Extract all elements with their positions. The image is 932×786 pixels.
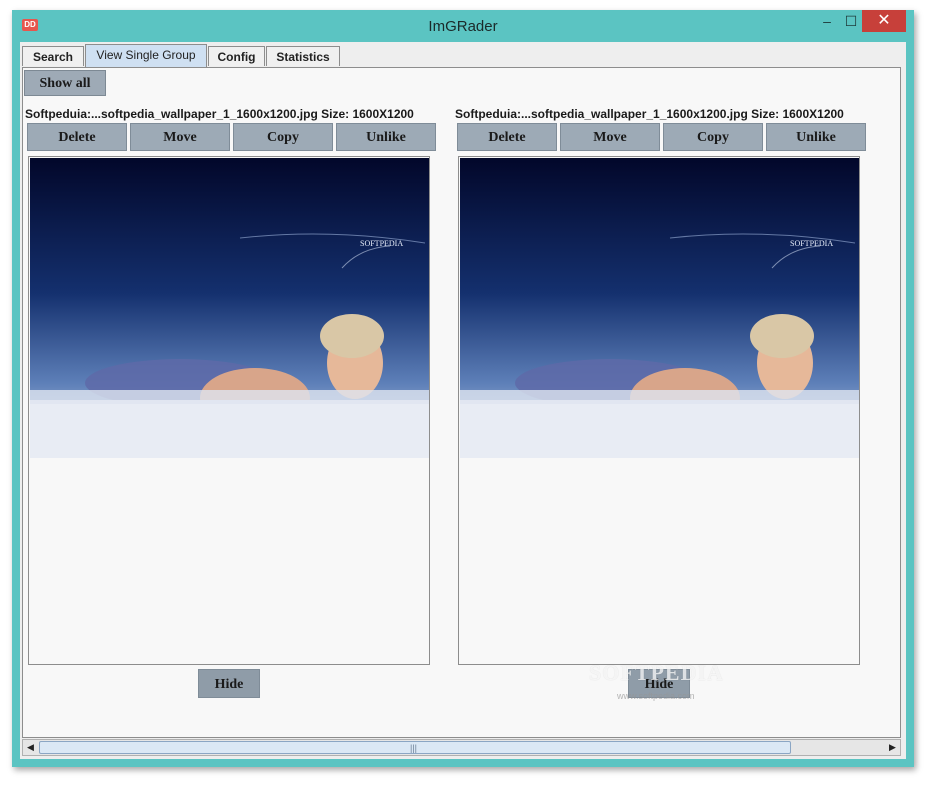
image-caption: SOFTPEDIA <box>360 239 403 248</box>
softpedia-watermark: SOFTPEDIA <box>589 660 724 685</box>
close-icon[interactable]: ✕ <box>862 10 906 32</box>
tab-search[interactable]: Search <box>22 46 84 66</box>
scroll-right-icon[interactable]: ▶ <box>885 740 900 755</box>
group-panel: Show all Softpeduia:...softpedia_wallpap… <box>22 67 901 738</box>
window-title: ImGRader <box>428 18 498 35</box>
left-image-preview[interactable]: SOFTPEDIA <box>28 156 430 665</box>
left-copy-button[interactable]: Copy <box>233 123 333 151</box>
right-delete-button[interactable]: Delete <box>457 123 557 151</box>
left-delete-button[interactable]: Delete <box>27 123 127 151</box>
right-move-button[interactable]: Move <box>560 123 660 151</box>
scrollbar-thumb[interactable]: ||| <box>39 741 791 754</box>
image-caption: SOFTPEDIA <box>790 239 833 248</box>
app-window: DD ImGRader – ☐ ✕ Search View Single Gro… <box>12 10 914 767</box>
title-bar[interactable]: DD ImGRader – ☐ ✕ <box>12 10 914 42</box>
right-copy-button[interactable]: Copy <box>663 123 763 151</box>
right-image-preview[interactable]: SOFTPEDIA <box>458 156 860 665</box>
right-wallpaper-image: SOFTPEDIA <box>460 158 859 458</box>
left-unlike-button[interactable]: Unlike <box>336 123 436 151</box>
left-hide-button[interactable]: Hide <box>198 669 260 698</box>
left-image-info: Softpeduia:...softpedia_wallpaper_1_1600… <box>25 107 414 121</box>
left-wallpaper-image: SOFTPEDIA <box>30 158 429 458</box>
maximize-icon[interactable]: ☐ <box>840 10 862 32</box>
right-image-info: Softpeduia:...softpedia_wallpaper_1_1600… <box>455 107 844 121</box>
minimize-icon[interactable]: – <box>816 10 838 32</box>
right-unlike-button[interactable]: Unlike <box>766 123 866 151</box>
scroll-left-icon[interactable]: ◀ <box>23 740 38 755</box>
tab-view-single-group[interactable]: View Single Group <box>85 44 207 67</box>
client-area: Search View Single Group Config Statisti… <box>20 42 906 759</box>
tab-config[interactable]: Config <box>208 46 265 66</box>
horizontal-scrollbar[interactable]: ◀ ||| ▶ <box>22 739 901 756</box>
tab-statistics[interactable]: Statistics <box>266 46 340 66</box>
show-all-button[interactable]: Show all <box>24 70 106 96</box>
softpedia-watermark-url: www.softpedia.com <box>617 691 695 701</box>
grip-icon: ||| <box>410 743 418 753</box>
left-move-button[interactable]: Move <box>130 123 230 151</box>
